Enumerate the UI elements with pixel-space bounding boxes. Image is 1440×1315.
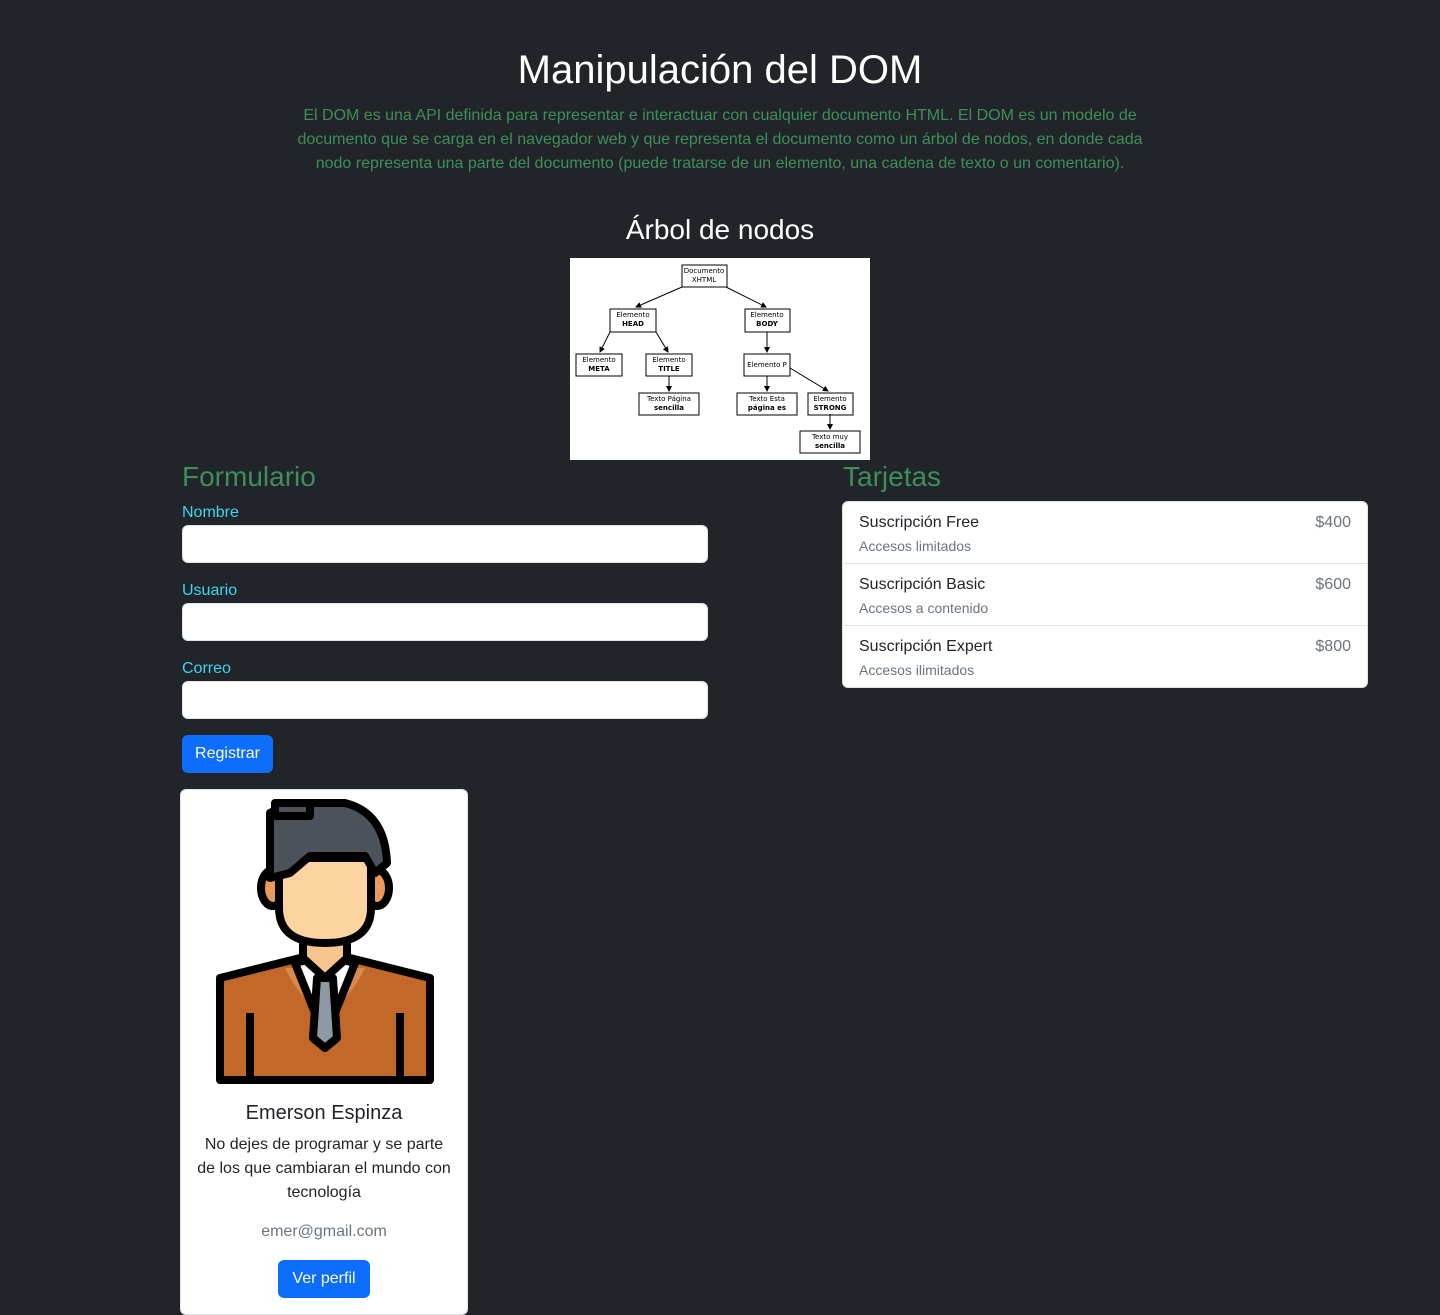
ver-perfil-button[interactable]: Ver perfil bbox=[278, 1260, 370, 1298]
tree-node-head-line1: Elemento bbox=[616, 311, 649, 319]
tree-node-meta-line2: META bbox=[588, 365, 610, 373]
tree-node-text-p-line2: página es bbox=[748, 404, 786, 412]
tree-node-body-line2: BODY bbox=[756, 320, 779, 328]
tree-node-doc-line1: Documento bbox=[684, 267, 725, 275]
nombre-label: Nombre bbox=[182, 504, 239, 521]
page-title: Manipulación del DOM bbox=[517, 48, 923, 92]
tree-node-head-line2: HEAD bbox=[622, 320, 644, 328]
usuario-label: Usuario bbox=[182, 582, 238, 599]
subscription-name: Suscripción Expert bbox=[859, 638, 993, 655]
profile-name: Emerson Espinza bbox=[245, 1102, 403, 1124]
list-item[interactable]: Suscripción Expert Accesos ilimitados $8… bbox=[843, 626, 1367, 687]
tree-node-strong-line2: STRONG bbox=[814, 404, 847, 412]
list-item[interactable]: Suscripción Basic Accesos a contenido $6… bbox=[843, 564, 1367, 626]
intro-paragraph: El DOM es una API definida para represen… bbox=[297, 107, 1143, 172]
tree-node-text-p-line1: Texto Esta bbox=[748, 395, 785, 403]
tree-node-strong-line1: Elemento bbox=[813, 395, 846, 403]
tree-node-meta-line1: Elemento bbox=[582, 356, 615, 364]
list-item[interactable]: Suscripción Free Accesos limitados $400 bbox=[843, 502, 1367, 564]
dom-tree-diagram: Documento XHTML Elemento HEAD Elemento B… bbox=[570, 258, 870, 460]
tree-node-body-line1: Elemento bbox=[750, 311, 783, 319]
tree-node-title-line2: TITLE bbox=[658, 365, 680, 373]
subscription-desc: Accesos a contenido bbox=[859, 600, 989, 616]
tree-node-text-strong-line1: Texto muy bbox=[811, 433, 848, 441]
subscription-price: $800 bbox=[1315, 638, 1351, 655]
tree-node-title-line1: Elemento bbox=[652, 356, 685, 364]
registrar-button[interactable]: Registrar bbox=[182, 735, 273, 773]
correo-input[interactable] bbox=[182, 681, 708, 719]
subscription-name: Suscripción Basic bbox=[859, 576, 986, 593]
subscription-price: $400 bbox=[1315, 514, 1351, 531]
profile-text: No dejes de programar y se parte de los … bbox=[197, 1136, 451, 1201]
tree-node-text-title-line2: sencilla bbox=[654, 404, 684, 412]
person-avatar-icon bbox=[215, 798, 435, 1088]
tree-node-text-strong-line2: sencilla bbox=[815, 442, 845, 450]
nombre-input[interactable] bbox=[182, 525, 708, 563]
subscription-desc: Accesos limitados bbox=[859, 538, 972, 554]
tree-node-doc-line2: XHTML bbox=[692, 276, 716, 284]
usuario-input[interactable] bbox=[182, 603, 708, 641]
subscription-name: Suscripción Free bbox=[859, 514, 980, 531]
profile-email: emer@gmail.com bbox=[261, 1223, 387, 1240]
tree-node-text-title-line1: Texto Página bbox=[646, 395, 691, 403]
subscription-list: Suscripción Free Accesos limitados $400 … bbox=[842, 501, 1368, 688]
profile-card: Emerson Espinza No dejes de programar y … bbox=[180, 789, 468, 1315]
correo-label: Correo bbox=[182, 660, 231, 677]
tree-title: Árbol de nodos bbox=[625, 214, 815, 245]
form-title: Formulario bbox=[182, 461, 316, 492]
cards-title: Tarjetas bbox=[843, 461, 942, 492]
tree-node-p: Elemento P bbox=[747, 361, 787, 369]
subscription-price: $600 bbox=[1315, 576, 1351, 593]
subscription-desc: Accesos ilimitados bbox=[859, 662, 975, 678]
